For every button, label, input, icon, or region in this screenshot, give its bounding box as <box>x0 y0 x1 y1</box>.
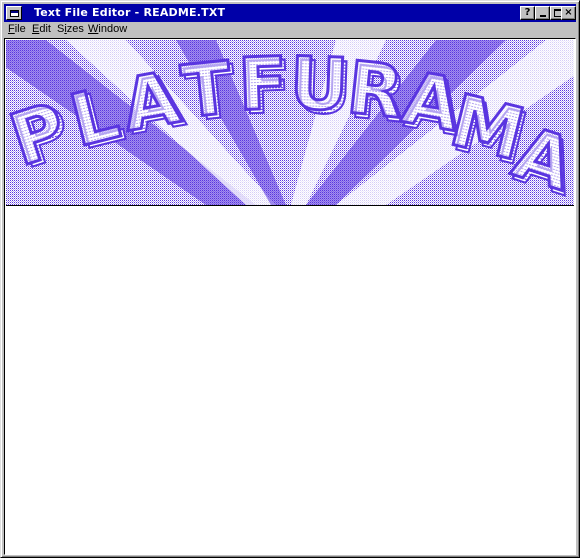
menu-window[interactable]: Window <box>88 23 127 36</box>
menu-sizes-label: zes <box>66 23 84 35</box>
menu-sizes[interactable]: Sizes <box>57 23 84 36</box>
menu-bar: File Edit Sizes Window <box>4 22 576 37</box>
menu-window-mnemonic: W <box>88 23 99 35</box>
menu-file[interactable]: File <box>8 23 26 36</box>
text-editing-area[interactable] <box>6 206 574 553</box>
help-button[interactable]: ? <box>520 6 535 20</box>
editor-client-area: PPLLAATTFFUURRAAMMAA <box>4 38 576 555</box>
platfurama-logo: PPLLAATT FF UURRAAMMAA <box>6 40 574 205</box>
menu-file-label: ile <box>14 23 26 35</box>
window-title: Text File Editor - README.TXT <box>34 6 226 19</box>
menu-edit[interactable]: Edit <box>32 23 51 36</box>
close-button[interactable]: × <box>561 6 576 20</box>
menu-edit-label: dit <box>39 23 51 35</box>
title-bar[interactable]: Text File Editor - README.TXT ? × <box>4 4 576 22</box>
logo-letter-face: U <box>288 41 349 127</box>
text-file-editor-window: Text File Editor - README.TXT ? × File E… <box>0 0 580 558</box>
system-menu-button[interactable] <box>6 6 22 20</box>
logo-letter-face: T <box>178 45 236 134</box>
minimize-button[interactable] <box>535 6 550 20</box>
logo-letter-face: R <box>343 45 407 134</box>
logo-letter-face: F <box>237 41 289 127</box>
platfurama-banner: PPLLAATTFFUURRAAMMAA <box>6 40 574 205</box>
logo-letter: FF <box>235 40 294 131</box>
window-icon <box>10 10 19 17</box>
minimize-icon <box>540 15 546 17</box>
logo-letter: TT <box>176 44 241 139</box>
menu-window-label: indow <box>98 23 128 35</box>
menu-file-mnemonic: F <box>8 23 15 35</box>
